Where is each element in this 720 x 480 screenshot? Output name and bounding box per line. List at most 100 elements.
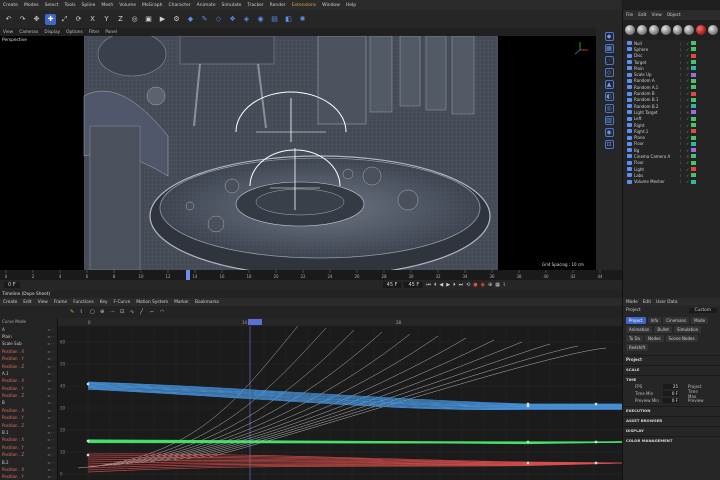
end-frame-field[interactable]: 45 F [382, 282, 402, 288]
track-toggles-icon[interactable]: ▫◦◦ [48, 364, 55, 369]
keyframe[interactable] [594, 402, 598, 406]
playhead-marker[interactable] [186, 270, 190, 280]
viewport-menu-filter[interactable]: Filter [89, 30, 100, 35]
render-view-icon[interactable]: ▣ [143, 14, 154, 25]
viewport-menu-cameras[interactable]: Cameras [19, 30, 38, 35]
timeline-menu-key[interactable]: Key [100, 300, 108, 305]
track-row[interactable]: Position . Y ▫◦◦ [0, 444, 57, 451]
tag-icon[interactable] [691, 47, 696, 52]
track-row[interactable]: Position . Z ▫◦◦ [0, 392, 57, 399]
track-row[interactable]: Position . Z ▫◦◦ [0, 362, 57, 369]
tag-icon[interactable] [691, 116, 696, 121]
tag-icon[interactable] [691, 123, 696, 127]
track-row[interactable]: B ▫◦◦ [0, 399, 57, 406]
tab-scene-nodes[interactable]: Scene Nodes [665, 335, 698, 342]
object-menu-file[interactable]: File [626, 13, 633, 18]
menu-item-animate[interactable]: Animate [197, 3, 216, 8]
section-display[interactable]: DISPLAY [623, 426, 720, 434]
object-menu-object[interactable]: Object [667, 13, 681, 18]
timeline-menu-create[interactable]: Create [3, 300, 17, 305]
fcurve-white[interactable] [77, 325, 299, 469]
menu-item-tools[interactable]: Tools [64, 3, 75, 8]
redo-icon[interactable]: ↷ [17, 14, 28, 25]
next-key-icon[interactable]: ⏵ [453, 282, 456, 288]
edges-mode-icon[interactable]: ◇ [604, 68, 614, 77]
track-toggles-icon[interactable]: ▫◦◦ [48, 378, 55, 383]
tag-icon[interactable] [691, 179, 696, 184]
tab-redshift[interactable]: Redshift [626, 344, 649, 351]
move-tool-icon[interactable]: ✚ [45, 13, 56, 25]
uv-mode-icon[interactable]: ◐ [604, 92, 614, 101]
tag-icon[interactable] [691, 160, 696, 165]
viewport-menu-display[interactable]: Display [44, 30, 60, 35]
tag-icon[interactable] [691, 141, 696, 146]
viewport-menu-view[interactable]: View [3, 30, 13, 35]
track-toggles-icon[interactable]: ▫◦◦ [48, 400, 55, 405]
subdivision-icon[interactable]: ◇ [213, 14, 224, 25]
tag-icon[interactable] [691, 97, 696, 102]
track-toggles-icon[interactable]: ▫◦◦ [48, 423, 55, 428]
track-toggles-icon[interactable]: ▫◦◦ [48, 460, 55, 465]
render-settings-icon[interactable]: ⚙ [171, 14, 182, 25]
track-row[interactable]: A ▫◦◦ [0, 325, 57, 332]
menu-item-help[interactable]: Help [346, 3, 356, 8]
keyframe[interactable] [526, 440, 530, 444]
record-icon[interactable]: ● [473, 282, 477, 288]
track-row[interactable]: Position . X ▫◦◦ [0, 377, 57, 384]
points-mode-icon[interactable]: ⋰ [604, 56, 614, 65]
tag-icon[interactable] [691, 167, 696, 172]
material-ball-icon[interactable] [636, 25, 647, 35]
track-toggles-icon[interactable]: ▫◦◦ [48, 474, 55, 479]
menu-item-character[interactable]: Character [168, 3, 190, 8]
track-toggles-icon[interactable]: ▫◦◦ [48, 445, 55, 450]
menu-item-create[interactable]: Create [3, 3, 18, 8]
track-toggles-icon[interactable]: ▫◦◦ [48, 327, 55, 332]
keyframe[interactable] [594, 461, 598, 465]
menu-item-extensions[interactable]: Extensions [292, 3, 316, 8]
track-row[interactable]: Position . X ▫◦◦ [0, 466, 57, 473]
fit-view-icon[interactable]: ▢ [90, 309, 97, 316]
camera-icon[interactable]: ◧ [283, 14, 294, 25]
track-row[interactable]: Position . Y ▫◦◦ [0, 355, 57, 362]
tag-icon[interactable] [691, 53, 696, 58]
tag-icon[interactable] [691, 78, 696, 83]
motion-clip-icon[interactable]: ▦ [495, 282, 500, 288]
workplane-icon[interactable]: ▥ [604, 116, 614, 125]
tab-simulation[interactable]: Simulation [673, 326, 702, 333]
preview-min-field[interactable]: 0 F [663, 398, 679, 403]
snap-icon[interactable]: ◎ [604, 104, 614, 113]
cube-primitive-icon[interactable]: ◆ [185, 14, 196, 25]
polygons-mode-icon[interactable]: ▲ [604, 80, 614, 89]
timeline-ruler[interactable]: 0 2 4 6 8 10 12 14 16 18 20 22 24 26 28 30 32 34 36 38 40 42 4… [0, 270, 622, 280]
pen-icon[interactable]: ✎ [199, 14, 210, 25]
scale-tool-icon[interactable]: ⤢ [59, 14, 70, 25]
section-time[interactable]: TIME [623, 375, 720, 383]
attribute-menu-edit[interactable]: Edit [643, 300, 651, 305]
coordinate-system-icon[interactable]: ◎ [129, 14, 140, 25]
keyframe[interactable] [594, 440, 598, 444]
keyframe[interactable] [526, 461, 530, 465]
timeline-menu-edit[interactable]: Edit [23, 300, 31, 305]
loop-icon[interactable]: ⟲ [466, 282, 470, 288]
model-mode-icon[interactable]: ◆ [604, 32, 614, 41]
section-project[interactable]: Project [623, 355, 720, 363]
track-row[interactable]: B.1 ▫◦◦ [0, 429, 57, 436]
mode-select[interactable]: Custom [688, 308, 717, 313]
preview-end-field[interactable]: 45 F [404, 282, 424, 288]
section-execution[interactable]: EXECUTION [623, 406, 720, 414]
tag-icon[interactable] [691, 72, 696, 77]
menu-item-spline[interactable]: Spline [82, 3, 96, 8]
track-toggles-icon[interactable]: ▫◦◦ [48, 415, 55, 420]
track-row[interactable]: A.1 ▫◦◦ [0, 370, 57, 377]
lock-icon[interactable]: ⊡ [604, 140, 614, 149]
curve-select-icon[interactable]: ⌇ [80, 309, 87, 316]
graph-ruler[interactable] [58, 318, 622, 326]
track-row[interactable]: B.2 ▫◦◦ [0, 458, 57, 465]
play-back-icon[interactable]: ◀ [439, 282, 443, 288]
track-row[interactable]: Position . X ▫◦◦ [0, 436, 57, 443]
tag-icon[interactable] [691, 154, 696, 159]
track-row[interactable]: Position . Z ▫◦◦ [0, 421, 57, 428]
track-toggles-icon[interactable]: ▫◦◦ [48, 349, 55, 354]
tag-icon[interactable] [691, 104, 696, 109]
tab-info[interactable]: Info [647, 317, 662, 324]
